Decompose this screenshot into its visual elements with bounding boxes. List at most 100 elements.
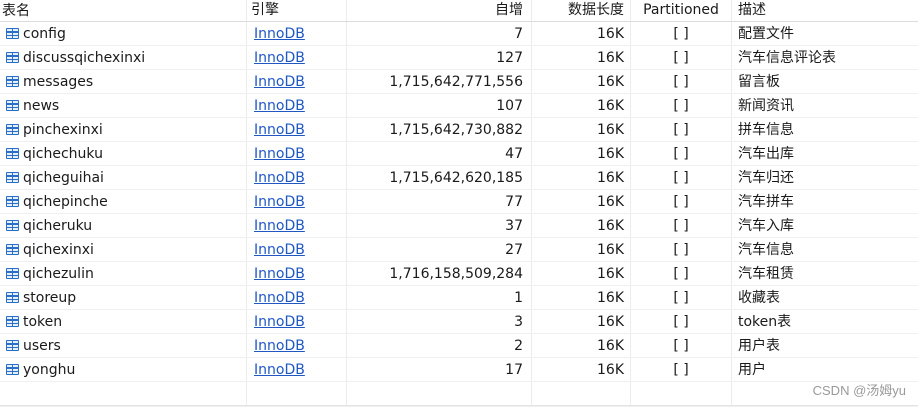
cell-partitioned: [ ] <box>631 22 732 45</box>
table-row[interactable]: storeup InnoDB 1 16K[ ] 收藏表 <box>0 286 918 310</box>
engine-link[interactable]: InnoDB <box>254 26 305 42</box>
cell-data-length: 16K <box>532 70 631 93</box>
cell-engine: InnoDB <box>247 310 347 333</box>
column-header-comment[interactable]: 描述 <box>732 0 918 21</box>
cell-engine: InnoDB <box>247 22 347 45</box>
cell-auto-increment: 2 <box>347 334 532 357</box>
cell-table-name[interactable]: yonghu <box>0 358 247 381</box>
column-header-auto-increment[interactable]: 自增 <box>347 0 532 21</box>
table-row[interactable]: discussqichexinxi InnoDB 127 16K[ ] 汽车信息评论表 <box>0 46 918 70</box>
cell-data-length: 16K <box>532 190 631 213</box>
column-header-name[interactable]: 表名 <box>0 0 247 21</box>
table-row[interactable]: pinchexinxi InnoDB 1,715,642,730,882 16K[ ]… <box>0 118 918 142</box>
table-row[interactable]: qichepinche InnoDB 77 16K[ ] 汽车拼车 <box>0 190 918 214</box>
cell-table-name[interactable]: config <box>0 22 247 45</box>
cell-data-length: 16K <box>532 22 631 45</box>
table-name-text: news <box>23 97 60 114</box>
engine-link[interactable]: InnoDB <box>254 74 305 90</box>
table-row[interactable]: qicheguihai InnoDB 1,715,642,620,185 16K[ ]… <box>0 166 918 190</box>
cell-engine: InnoDB <box>247 94 347 117</box>
cell-auto-increment: 1,716,158,509,284 <box>347 262 532 285</box>
cell-table-name[interactable]: discussqichexinxi <box>0 46 247 69</box>
cell-table-name[interactable]: qichepinche <box>0 190 247 213</box>
engine-link[interactable]: InnoDB <box>254 98 305 114</box>
cell-partitioned: [ ] <box>631 238 732 261</box>
table-row[interactable]: qicheruku InnoDB 37 16K[ ] 汽车入库 <box>0 214 918 238</box>
column-header-partitioned[interactable]: Partitioned <box>631 0 732 21</box>
cell-partitioned: [ ] <box>631 142 732 165</box>
engine-link[interactable]: InnoDB <box>254 362 305 378</box>
cell-comment: 汽车信息 <box>738 242 794 258</box>
cell-table-name[interactable]: qichechuku <box>0 142 247 165</box>
engine-link[interactable]: InnoDB <box>254 266 305 282</box>
cell-table-name[interactable]: pinchexinxi <box>0 118 247 141</box>
table-name-text: qicheruku <box>23 217 93 234</box>
cell-auto-increment: 3 <box>347 310 532 333</box>
cell-engine: InnoDB <box>247 70 347 93</box>
table-icon <box>6 268 19 279</box>
engine-link[interactable]: InnoDB <box>254 50 305 66</box>
table-row[interactable]: messages InnoDB 1,715,642,771,556 16K[ ] 留言板 <box>0 70 918 94</box>
cell-table-name[interactable]: token <box>0 310 247 333</box>
table-row[interactable]: qichechuku InnoDB 47 16K[ ] 汽车出库 <box>0 142 918 166</box>
cell-auto-increment: 37 <box>347 214 532 237</box>
engine-link[interactable]: InnoDB <box>254 338 305 354</box>
table-name-text: discussqichexinxi <box>23 49 146 66</box>
table-row[interactable]: users InnoDB 2 16K[ ] 用户表 <box>0 334 918 358</box>
cell-engine: InnoDB <box>247 334 347 357</box>
cell-data-length: 16K <box>532 118 631 141</box>
table-icon <box>6 124 19 135</box>
engine-link[interactable]: InnoDB <box>254 218 305 234</box>
cell-table-name[interactable]: messages <box>0 70 247 93</box>
cell-engine: InnoDB <box>247 142 347 165</box>
table-icon <box>6 148 19 159</box>
grid-header: 表名 引擎 自增 数据长度 Partitioned 描述 <box>0 0 918 22</box>
cell-table-name[interactable]: qicheguihai <box>0 166 247 189</box>
cell-table-name[interactable]: qichezulin <box>0 262 247 285</box>
table-icon <box>6 172 19 183</box>
cell-partitioned: [ ] <box>631 118 732 141</box>
table-row[interactable]: token InnoDB 3 16K[ ] token表 <box>0 310 918 334</box>
table-row[interactable]: yonghu InnoDB 17 16K[ ] 用户 <box>0 358 918 382</box>
column-header-data-length[interactable]: 数据长度 <box>532 0 631 21</box>
table-row[interactable]: qichezulin InnoDB 1,716,158,509,284 16K[ ] 汽… <box>0 262 918 286</box>
cell-engine: InnoDB <box>247 190 347 213</box>
cell-data-length: 16K <box>532 238 631 261</box>
table-icon <box>6 100 19 111</box>
table-name-text: pinchexinxi <box>23 121 103 138</box>
table-row[interactable]: news InnoDB 107 16K[ ] 新闻资讯 <box>0 94 918 118</box>
cell-table-name[interactable]: qichexinxi <box>0 238 247 261</box>
table-icon <box>6 220 19 231</box>
engine-link[interactable]: InnoDB <box>254 242 305 258</box>
cell-table-name[interactable]: storeup <box>0 286 247 309</box>
cell-auto-increment: 7 <box>347 22 532 45</box>
cell-engine: InnoDB <box>247 262 347 285</box>
table-row[interactable]: config InnoDB 7 16K[ ] 配置文件 <box>0 22 918 46</box>
engine-link[interactable]: InnoDB <box>254 146 305 162</box>
cell-partitioned: [ ] <box>631 214 732 237</box>
cell-table-name[interactable]: news <box>0 94 247 117</box>
engine-link[interactable]: InnoDB <box>254 170 305 186</box>
cell-table-name[interactable]: qicheruku <box>0 214 247 237</box>
cell-comment: 汽车拼车 <box>738 194 794 210</box>
engine-link[interactable]: InnoDB <box>254 290 305 306</box>
cell-data-length: 16K <box>532 166 631 189</box>
cell-engine: InnoDB <box>247 118 347 141</box>
engine-link[interactable]: InnoDB <box>254 122 305 138</box>
column-header-engine[interactable]: 引擎 <box>247 0 347 21</box>
cell-data-length: 16K <box>532 46 631 69</box>
table-name-text: qichechuku <box>23 145 103 162</box>
cell-partitioned: [ ] <box>631 358 732 381</box>
engine-link[interactable]: InnoDB <box>254 314 305 330</box>
table-icon <box>6 244 19 255</box>
cell-comment: 配置文件 <box>738 26 794 42</box>
engine-link[interactable]: InnoDB <box>254 194 305 210</box>
cell-comment: 用户 <box>738 362 766 378</box>
cell-auto-increment: 1,715,642,771,556 <box>347 70 532 93</box>
table-icon <box>6 292 19 303</box>
cell-partitioned: [ ] <box>631 46 732 69</box>
grid-bottom-border <box>0 405 918 406</box>
cell-table-name[interactable]: users <box>0 334 247 357</box>
table-list-grid: 表名 引擎 自增 数据长度 Partitioned 描述 config InnoD… <box>0 0 918 407</box>
table-row[interactable]: qichexinxi InnoDB 27 16K[ ] 汽车信息 <box>0 238 918 262</box>
